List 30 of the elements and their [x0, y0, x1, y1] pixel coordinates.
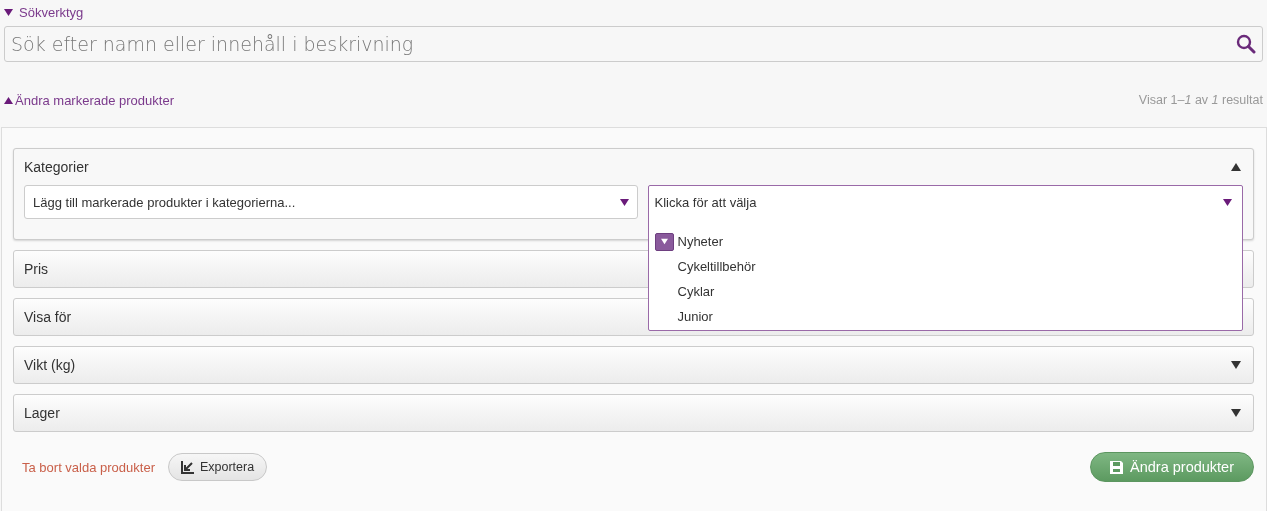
save-icon: [1110, 460, 1123, 474]
search-icon[interactable]: [1236, 34, 1256, 54]
bulk-edit-toggle[interactable]: Ändra markerade produkter: [15, 92, 174, 108]
caret-icon[interactable]: [4, 95, 13, 105]
caret-icon[interactable]: [4, 8, 13, 17]
caret-icon[interactable]: [1223, 197, 1232, 207]
category-option[interactable]: Junior: [677, 309, 713, 324]
search-field[interactable]: Sök efter namn eller innehåll i beskrivning: [4, 26, 1263, 62]
category-select[interactable]: Klicka för att välja Nyheter Cykeltillbehör Cyklar Junior: [647, 185, 1243, 331]
panel-title[interactable]: Pris: [24, 261, 49, 277]
caret-icon[interactable]: [1231, 162, 1241, 172]
panel-title[interactable]: Kategorier: [24, 159, 89, 175]
action-select[interactable]: Lägg till markerade produkter i kategorierna...: [24, 185, 638, 219]
panel-title[interactable]: Visa för: [24, 309, 72, 325]
search-tools-label[interactable]: Sökverktyg: [19, 5, 84, 20]
export-button[interactable]: Exportera: [167, 453, 268, 481]
panel-title[interactable]: Lager: [24, 405, 60, 421]
caret-icon[interactable]: [1231, 360, 1241, 370]
panel-title[interactable]: Vikt (kg): [24, 357, 76, 373]
remove-selected-link[interactable]: Ta bort valda produkter: [22, 459, 155, 475]
search-tools-toggle[interactable]: Sökverktyg: [4, 0, 1263, 25]
caret-icon[interactable]: [660, 238, 668, 245]
category-option[interactable]: Cykeltillbehör: [677, 259, 756, 274]
caret-icon[interactable]: [1231, 408, 1241, 418]
export-icon: [180, 460, 194, 474]
caret-icon[interactable]: [619, 197, 629, 207]
category-option[interactable]: Cyklar: [677, 284, 715, 299]
result-count: Visar 1–1 av 1 resultat: [1138, 93, 1263, 107]
expand-toggle[interactable]: [654, 232, 674, 251]
category-option[interactable]: Nyheter: [677, 234, 724, 249]
